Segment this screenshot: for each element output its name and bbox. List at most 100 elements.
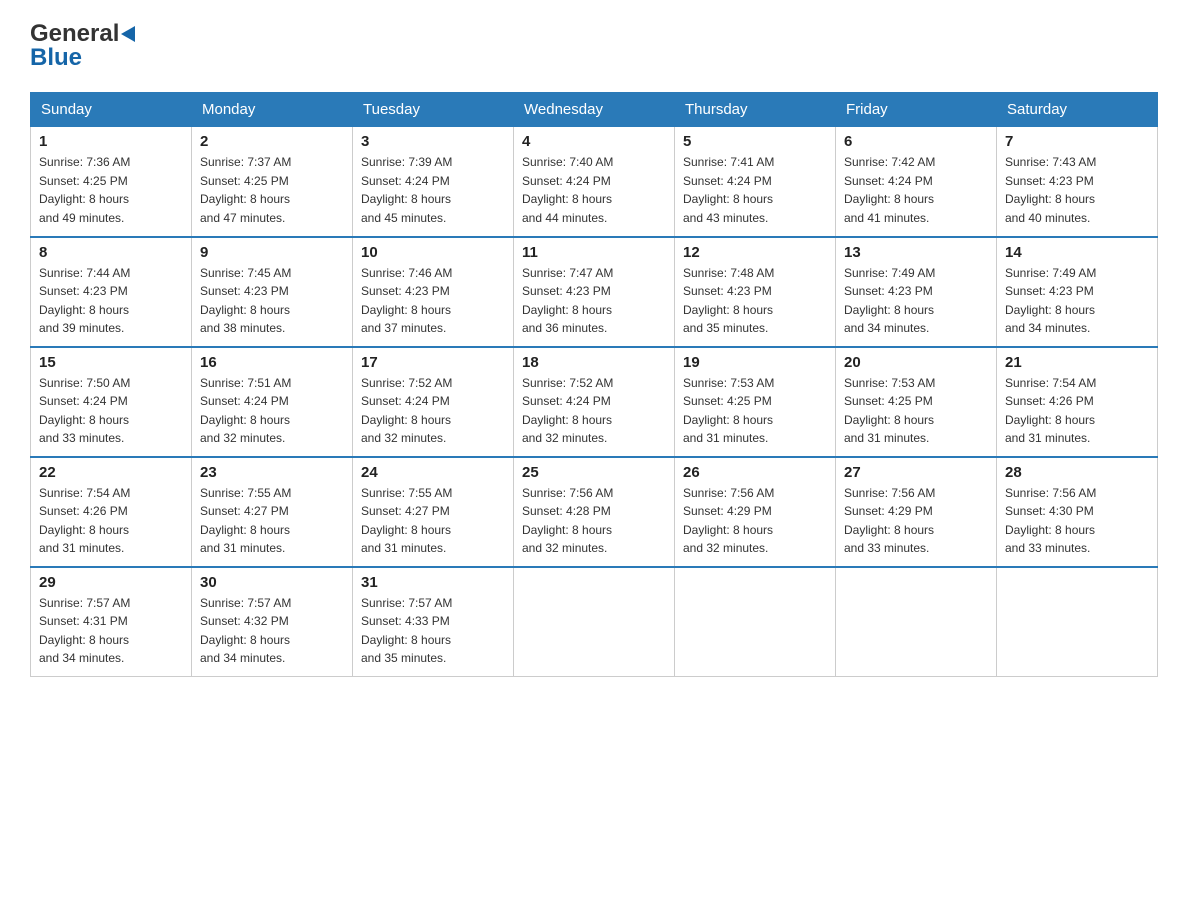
calendar-day-cell: 22 Sunrise: 7:54 AMSunset: 4:26 PMDayligh… (31, 457, 192, 567)
calendar-day-cell: 3 Sunrise: 7:39 AMSunset: 4:24 PMDaylight… (353, 127, 514, 237)
calendar-day-cell (836, 567, 997, 677)
calendar-day-cell: 6 Sunrise: 7:42 AMSunset: 4:24 PMDaylight… (836, 127, 997, 237)
day-info: Sunrise: 7:44 AMSunset: 4:23 PMDaylight:… (39, 264, 183, 338)
day-number: 30 (200, 574, 344, 591)
day-info: Sunrise: 7:47 AMSunset: 4:23 PMDaylight:… (522, 264, 666, 338)
day-number: 6 (844, 133, 988, 150)
calendar-table: SundayMondayTuesdayWednesdayThursdayFrid… (30, 92, 1158, 677)
day-number: 29 (39, 574, 183, 591)
day-number: 28 (1005, 464, 1149, 481)
calendar-day-cell: 18 Sunrise: 7:52 AMSunset: 4:24 PMDayligh… (514, 347, 675, 457)
calendar-day-cell: 7 Sunrise: 7:43 AMSunset: 4:23 PMDaylight… (997, 127, 1158, 237)
day-number: 17 (361, 354, 505, 371)
day-info: Sunrise: 7:56 AMSunset: 4:28 PMDaylight:… (522, 484, 666, 558)
logo-blue-text: Blue (30, 44, 82, 72)
day-of-week-header: Saturday (997, 93, 1158, 127)
logo: General Blue (30, 20, 135, 72)
day-of-week-header: Wednesday (514, 93, 675, 127)
day-info: Sunrise: 7:39 AMSunset: 4:24 PMDaylight:… (361, 153, 505, 227)
day-info: Sunrise: 7:45 AMSunset: 4:23 PMDaylight:… (200, 264, 344, 338)
day-info: Sunrise: 7:51 AMSunset: 4:24 PMDaylight:… (200, 374, 344, 448)
calendar-day-cell: 28 Sunrise: 7:56 AMSunset: 4:30 PMDayligh… (997, 457, 1158, 567)
calendar-week-row: 29 Sunrise: 7:57 AMSunset: 4:31 PMDayligh… (31, 567, 1158, 677)
calendar-day-cell: 26 Sunrise: 7:56 AMSunset: 4:29 PMDayligh… (675, 457, 836, 567)
day-info: Sunrise: 7:49 AMSunset: 4:23 PMDaylight:… (1005, 264, 1149, 338)
day-of-week-header: Monday (192, 93, 353, 127)
calendar-day-cell: 30 Sunrise: 7:57 AMSunset: 4:32 PMDayligh… (192, 567, 353, 677)
calendar-day-cell: 23 Sunrise: 7:55 AMSunset: 4:27 PMDayligh… (192, 457, 353, 567)
calendar-day-cell: 19 Sunrise: 7:53 AMSunset: 4:25 PMDayligh… (675, 347, 836, 457)
day-number: 15 (39, 354, 183, 371)
day-info: Sunrise: 7:56 AMSunset: 4:29 PMDaylight:… (683, 484, 827, 558)
day-number: 2 (200, 133, 344, 150)
calendar-day-cell: 20 Sunrise: 7:53 AMSunset: 4:25 PMDayligh… (836, 347, 997, 457)
calendar-day-cell: 10 Sunrise: 7:46 AMSunset: 4:23 PMDayligh… (353, 237, 514, 347)
day-number: 1 (39, 133, 183, 150)
calendar-day-cell: 15 Sunrise: 7:50 AMSunset: 4:24 PMDayligh… (31, 347, 192, 457)
calendar-day-cell: 31Sunrise: 7:57 AMSunset: 4:33 PMDayligh… (353, 567, 514, 677)
calendar-day-cell: 27 Sunrise: 7:56 AMSunset: 4:29 PMDayligh… (836, 457, 997, 567)
calendar-day-cell: 25 Sunrise: 7:56 AMSunset: 4:28 PMDayligh… (514, 457, 675, 567)
calendar-day-cell: 5 Sunrise: 7:41 AMSunset: 4:24 PMDaylight… (675, 127, 836, 237)
day-of-week-header: Thursday (675, 93, 836, 127)
day-number: 16 (200, 354, 344, 371)
day-number: 19 (683, 354, 827, 371)
calendar-week-row: 22 Sunrise: 7:54 AMSunset: 4:26 PMDayligh… (31, 457, 1158, 567)
calendar-day-cell: 16 Sunrise: 7:51 AMSunset: 4:24 PMDayligh… (192, 347, 353, 457)
day-of-week-header: Sunday (31, 93, 192, 127)
day-info: Sunrise: 7:56 AMSunset: 4:29 PMDaylight:… (844, 484, 988, 558)
day-info: Sunrise: 7:54 AMSunset: 4:26 PMDaylight:… (39, 484, 183, 558)
day-info: Sunrise: 7:57 AMSunset: 4:31 PMDaylight:… (39, 594, 183, 668)
calendar-day-cell: 13Sunrise: 7:49 AMSunset: 4:23 PMDayligh… (836, 237, 997, 347)
calendar-day-cell: 21 Sunrise: 7:54 AMSunset: 4:26 PMDayligh… (997, 347, 1158, 457)
day-info: Sunrise: 7:50 AMSunset: 4:24 PMDaylight:… (39, 374, 183, 448)
day-number: 7 (1005, 133, 1149, 150)
day-number: 8 (39, 244, 183, 261)
day-info: Sunrise: 7:55 AMSunset: 4:27 PMDaylight:… (200, 484, 344, 558)
day-number: 11 (522, 244, 666, 261)
calendar-day-cell: 17Sunrise: 7:52 AMSunset: 4:24 PMDayligh… (353, 347, 514, 457)
day-number: 3 (361, 133, 505, 150)
day-info: Sunrise: 7:57 AMSunset: 4:33 PMDaylight:… (361, 594, 505, 668)
day-number: 21 (1005, 354, 1149, 371)
calendar-week-row: 8 Sunrise: 7:44 AMSunset: 4:23 PMDaylight… (31, 237, 1158, 347)
calendar-day-cell: 12 Sunrise: 7:48 AMSunset: 4:23 PMDayligh… (675, 237, 836, 347)
day-info: Sunrise: 7:43 AMSunset: 4:23 PMDaylight:… (1005, 153, 1149, 227)
calendar-day-cell: 29 Sunrise: 7:57 AMSunset: 4:31 PMDayligh… (31, 567, 192, 677)
day-number: 25 (522, 464, 666, 481)
day-number: 26 (683, 464, 827, 481)
day-number: 27 (844, 464, 988, 481)
day-info: Sunrise: 7:49 AMSunset: 4:23 PMDaylight:… (844, 264, 988, 338)
day-number: 5 (683, 133, 827, 150)
calendar-day-cell: 9 Sunrise: 7:45 AMSunset: 4:23 PMDaylight… (192, 237, 353, 347)
day-info: Sunrise: 7:42 AMSunset: 4:24 PMDaylight:… (844, 153, 988, 227)
calendar-day-cell (514, 567, 675, 677)
day-number: 12 (683, 244, 827, 261)
day-info: Sunrise: 7:53 AMSunset: 4:25 PMDaylight:… (683, 374, 827, 448)
calendar-day-cell: 1Sunrise: 7:36 AMSunset: 4:25 PMDaylight… (31, 127, 192, 237)
day-info: Sunrise: 7:57 AMSunset: 4:32 PMDaylight:… (200, 594, 344, 668)
calendar-week-row: 1Sunrise: 7:36 AMSunset: 4:25 PMDaylight… (31, 127, 1158, 237)
calendar-day-cell: 8 Sunrise: 7:44 AMSunset: 4:23 PMDaylight… (31, 237, 192, 347)
day-info: Sunrise: 7:53 AMSunset: 4:25 PMDaylight:… (844, 374, 988, 448)
day-number: 18 (522, 354, 666, 371)
calendar-day-cell: 11 Sunrise: 7:47 AMSunset: 4:23 PMDayligh… (514, 237, 675, 347)
calendar-day-cell: 24Sunrise: 7:55 AMSunset: 4:27 PMDayligh… (353, 457, 514, 567)
page-header: General Blue (30, 20, 1158, 72)
day-number: 10 (361, 244, 505, 261)
day-info: Sunrise: 7:55 AMSunset: 4:27 PMDaylight:… (361, 484, 505, 558)
day-number: 23 (200, 464, 344, 481)
day-info: Sunrise: 7:52 AMSunset: 4:24 PMDaylight:… (522, 374, 666, 448)
day-info: Sunrise: 7:46 AMSunset: 4:23 PMDaylight:… (361, 264, 505, 338)
day-of-week-header: Tuesday (353, 93, 514, 127)
day-info: Sunrise: 7:56 AMSunset: 4:30 PMDaylight:… (1005, 484, 1149, 558)
day-info: Sunrise: 7:48 AMSunset: 4:23 PMDaylight:… (683, 264, 827, 338)
day-number: 9 (200, 244, 344, 261)
day-number: 22 (39, 464, 183, 481)
day-number: 20 (844, 354, 988, 371)
calendar-week-row: 15 Sunrise: 7:50 AMSunset: 4:24 PMDayligh… (31, 347, 1158, 457)
day-info: Sunrise: 7:41 AMSunset: 4:24 PMDaylight:… (683, 153, 827, 227)
day-info: Sunrise: 7:54 AMSunset: 4:26 PMDaylight:… (1005, 374, 1149, 448)
logo-triangle-icon (121, 26, 135, 42)
calendar-day-cell (675, 567, 836, 677)
